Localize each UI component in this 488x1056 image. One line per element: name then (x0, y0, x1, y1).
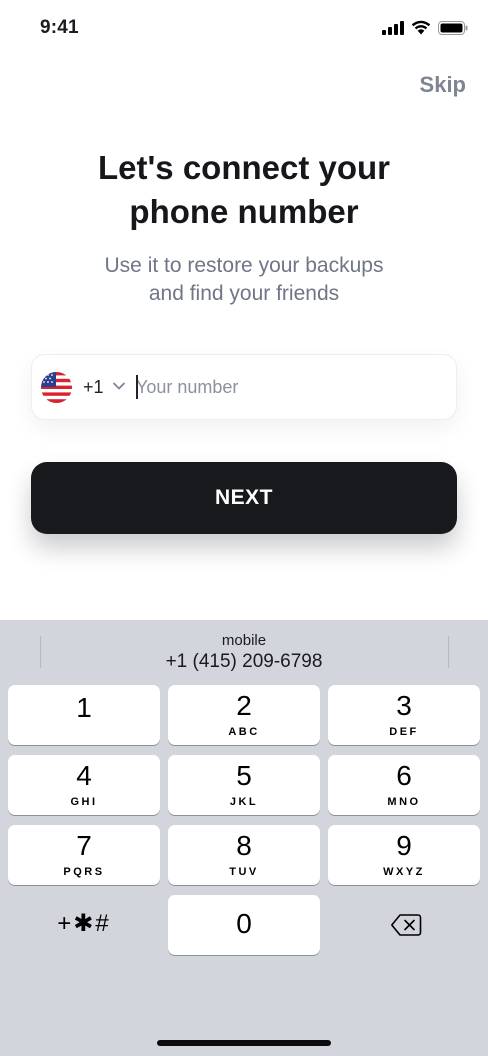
status-bar: 9:41 (0, 0, 488, 62)
key-digit: 1 (76, 692, 92, 723)
key-letters: ABC (228, 726, 260, 738)
skip-button[interactable]: Skip (420, 72, 466, 98)
status-icons (382, 20, 468, 35)
page-title-line-2: phone number (129, 193, 359, 230)
numeric-keyboard: mobile +1 (415) 209-6798 1 2 ABC 3 DEF 4… (0, 620, 488, 1056)
page-subtitle-line-2: and find your friends (148, 282, 340, 305)
wifi-icon (411, 20, 431, 35)
autofill-suggestion[interactable]: mobile +1 (415) 209-6798 (0, 620, 488, 680)
cellular-signal-icon (382, 20, 404, 35)
key-letters: TUV (229, 866, 259, 878)
key-letters: WXYZ (383, 866, 425, 878)
key-2[interactable]: 2 ABC (168, 685, 320, 745)
status-time: 9:41 (40, 17, 79, 38)
key-0[interactable]: 0 (168, 895, 320, 955)
key-digit: 5 (236, 760, 252, 791)
symbols-key-label: +✱# (57, 910, 111, 937)
key-digit: 6 (396, 760, 412, 791)
key-digit: 2 (236, 690, 252, 721)
key-7[interactable]: 7 PQRS (8, 825, 160, 885)
page-title: Let's connect your phone number (0, 146, 488, 234)
phone-number-input[interactable] (136, 373, 436, 401)
key-5[interactable]: 5 JKL (168, 755, 320, 815)
us-flag-icon[interactable] (41, 372, 72, 403)
key-letters: PQRS (63, 866, 105, 878)
phone-number-field[interactable]: +1 (31, 354, 457, 420)
page-subtitle: Use it to restore your backups and find … (0, 252, 488, 308)
key-4[interactable]: 4 GHI (8, 755, 160, 815)
country-code[interactable]: +1 (83, 377, 104, 398)
home-indicator[interactable] (157, 1040, 331, 1046)
battery-icon (438, 20, 468, 35)
key-digit: 9 (396, 830, 412, 861)
key-digit: 3 (396, 690, 412, 721)
key-letters: DEF (389, 726, 419, 738)
key-digit: 8 (236, 830, 252, 861)
key-1[interactable]: 1 (8, 685, 160, 745)
page-title-line-1: Let's connect your (97, 149, 391, 186)
suggestion-label: mobile (221, 632, 267, 649)
next-button[interactable]: NEXT (31, 462, 457, 534)
page-subtitle-line-1: Use it to restore your backups (104, 254, 384, 277)
key-digit: 4 (76, 760, 92, 791)
key-digit: 0 (236, 908, 252, 939)
text-cursor (136, 375, 138, 399)
chevron-down-icon[interactable] (112, 381, 126, 391)
key-letters: GHI (70, 796, 98, 808)
backspace-icon (391, 914, 422, 936)
key-digit: 7 (76, 830, 92, 861)
suggestion-number: +1 (415) 209-6798 (165, 651, 323, 672)
key-3[interactable]: 3 DEF (328, 685, 480, 745)
suggestion-divider (448, 636, 449, 668)
key-9[interactable]: 9 WXYZ (328, 825, 480, 885)
key-6[interactable]: 6 MNO (328, 755, 480, 815)
key-8[interactable]: 8 TUV (168, 825, 320, 885)
key-letters: MNO (387, 796, 421, 808)
delete-key[interactable] (328, 895, 480, 955)
symbols-key[interactable]: +✱# (8, 895, 160, 955)
key-letters: JKL (229, 796, 259, 808)
